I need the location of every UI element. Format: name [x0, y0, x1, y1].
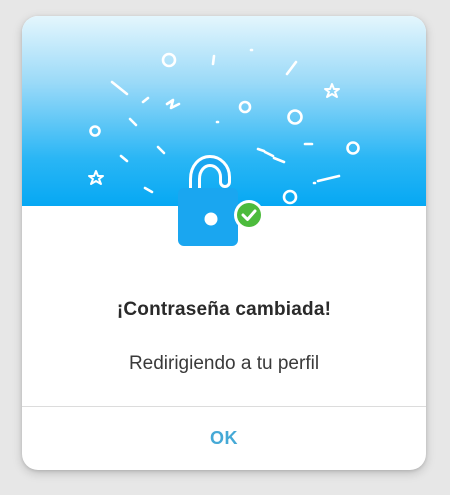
ok-button[interactable]: OK: [22, 407, 426, 470]
padlock-unlocked-icon: [178, 154, 264, 246]
check-circle-icon: [234, 200, 264, 230]
password-changed-dialog: ¡Contraseña cambiada! Redirigiendo a tu …: [22, 16, 426, 470]
dialog-title: ¡Contraseña cambiada!: [116, 299, 332, 320]
ok-button-label: OK: [210, 428, 238, 448]
dialog-message: Redirigiendo a tu perfil: [128, 353, 320, 374]
